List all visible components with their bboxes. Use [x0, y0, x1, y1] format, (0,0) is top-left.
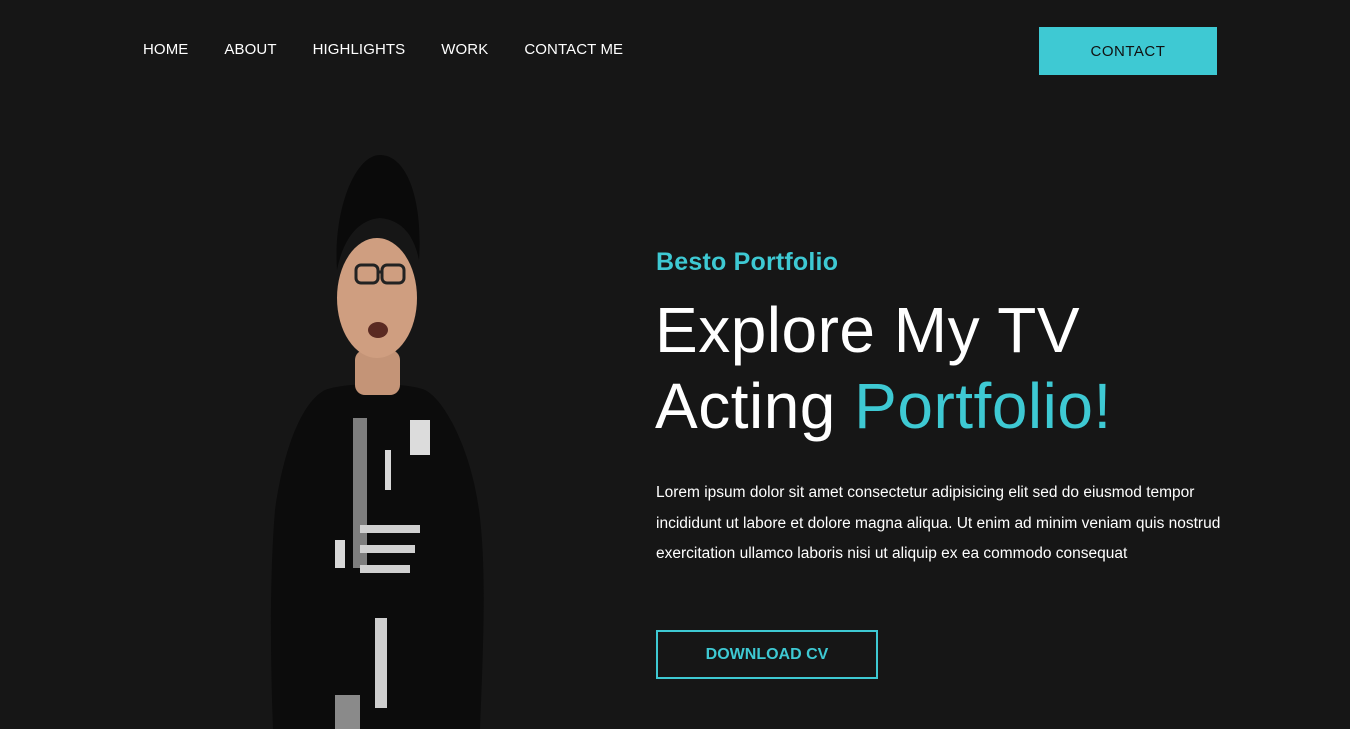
headline-line-2-accent: Portfolio! [854, 370, 1112, 442]
contact-button[interactable]: CONTACT [1039, 27, 1217, 75]
nav-link-about[interactable]: ABOUT [224, 40, 276, 60]
main-nav: HOME ABOUT HIGHLIGHTS WORK CONTACT ME [143, 40, 659, 60]
nav-link-contact-me[interactable]: CONTACT ME [524, 40, 623, 60]
hero-kicker: Besto Portfolio [656, 248, 839, 276]
hero-headline: Explore My TV Acting Portfolio! [655, 292, 1112, 444]
nav-link-work[interactable]: WORK [441, 40, 488, 60]
download-cv-button[interactable]: DOWNLOAD CV [656, 630, 878, 679]
headline-line-2-plain: Acting [655, 370, 855, 442]
nav-link-highlights[interactable]: HIGHLIGHTS [313, 40, 406, 60]
nav-link-home[interactable]: HOME [143, 40, 188, 60]
headline-line-1: Explore My TV [655, 294, 1080, 366]
page: HOME ABOUT HIGHLIGHTS WORK CONTACT ME CO… [0, 0, 1350, 729]
hero-description: Lorem ipsum dolor sit amet consectetur a… [656, 484, 1221, 562]
hero-photo [270, 155, 484, 729]
